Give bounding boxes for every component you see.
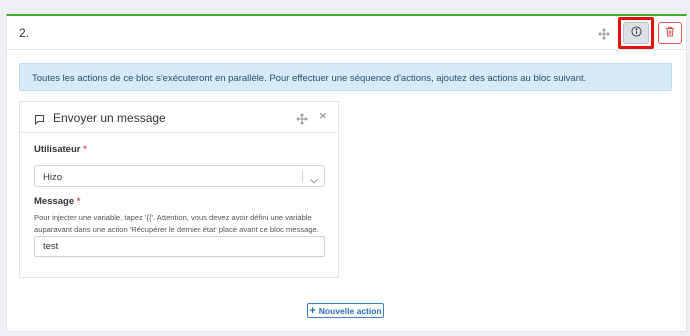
- trash-icon: [665, 24, 675, 42]
- parallel-notice: Toutes les actions de ce bloc s'exécuter…: [19, 63, 672, 91]
- block-title: 2.: [19, 26, 30, 40]
- action-block: 2. Toutes les actions de ce bloc s'exécu…: [6, 14, 687, 332]
- user-select[interactable]: Hizo: [34, 165, 325, 187]
- user-select-value: Hizo: [43, 172, 63, 183]
- chevron-down-icon[interactable]: [309, 172, 319, 190]
- move-icon[interactable]: [296, 112, 308, 125]
- add-action-label: Nouvelle action: [318, 305, 382, 316]
- select-separator: [302, 170, 303, 183]
- message-label: Message *: [34, 196, 80, 207]
- card-title: Envoyer un message: [53, 111, 166, 125]
- user-label-text: Utilisateur: [34, 144, 81, 155]
- message-help-text: Pour injecter une variable, tapez '{{'. …: [34, 213, 319, 234]
- send-message-action-card: Envoyer un message × Utilisateur * Hizo: [19, 101, 339, 278]
- block-header: 2.: [7, 16, 686, 50]
- card-header: Envoyer un message ×: [20, 102, 338, 133]
- required-marker: *: [83, 144, 87, 155]
- info-icon: [630, 24, 642, 42]
- close-icon[interactable]: ×: [319, 109, 327, 123]
- user-label: Utilisateur *: [34, 144, 87, 155]
- move-icon[interactable]: [598, 27, 610, 40]
- add-action-button[interactable]: + Nouvelle action: [307, 303, 384, 318]
- required-marker: *: [76, 196, 81, 207]
- delete-block-button[interactable]: [658, 22, 682, 44]
- message-flag-icon: [34, 112, 45, 130]
- message-label-text: Message: [34, 196, 75, 207]
- message-input[interactable]: [34, 236, 325, 257]
- plus-icon: +: [309, 304, 316, 317]
- info-button[interactable]: [623, 22, 649, 44]
